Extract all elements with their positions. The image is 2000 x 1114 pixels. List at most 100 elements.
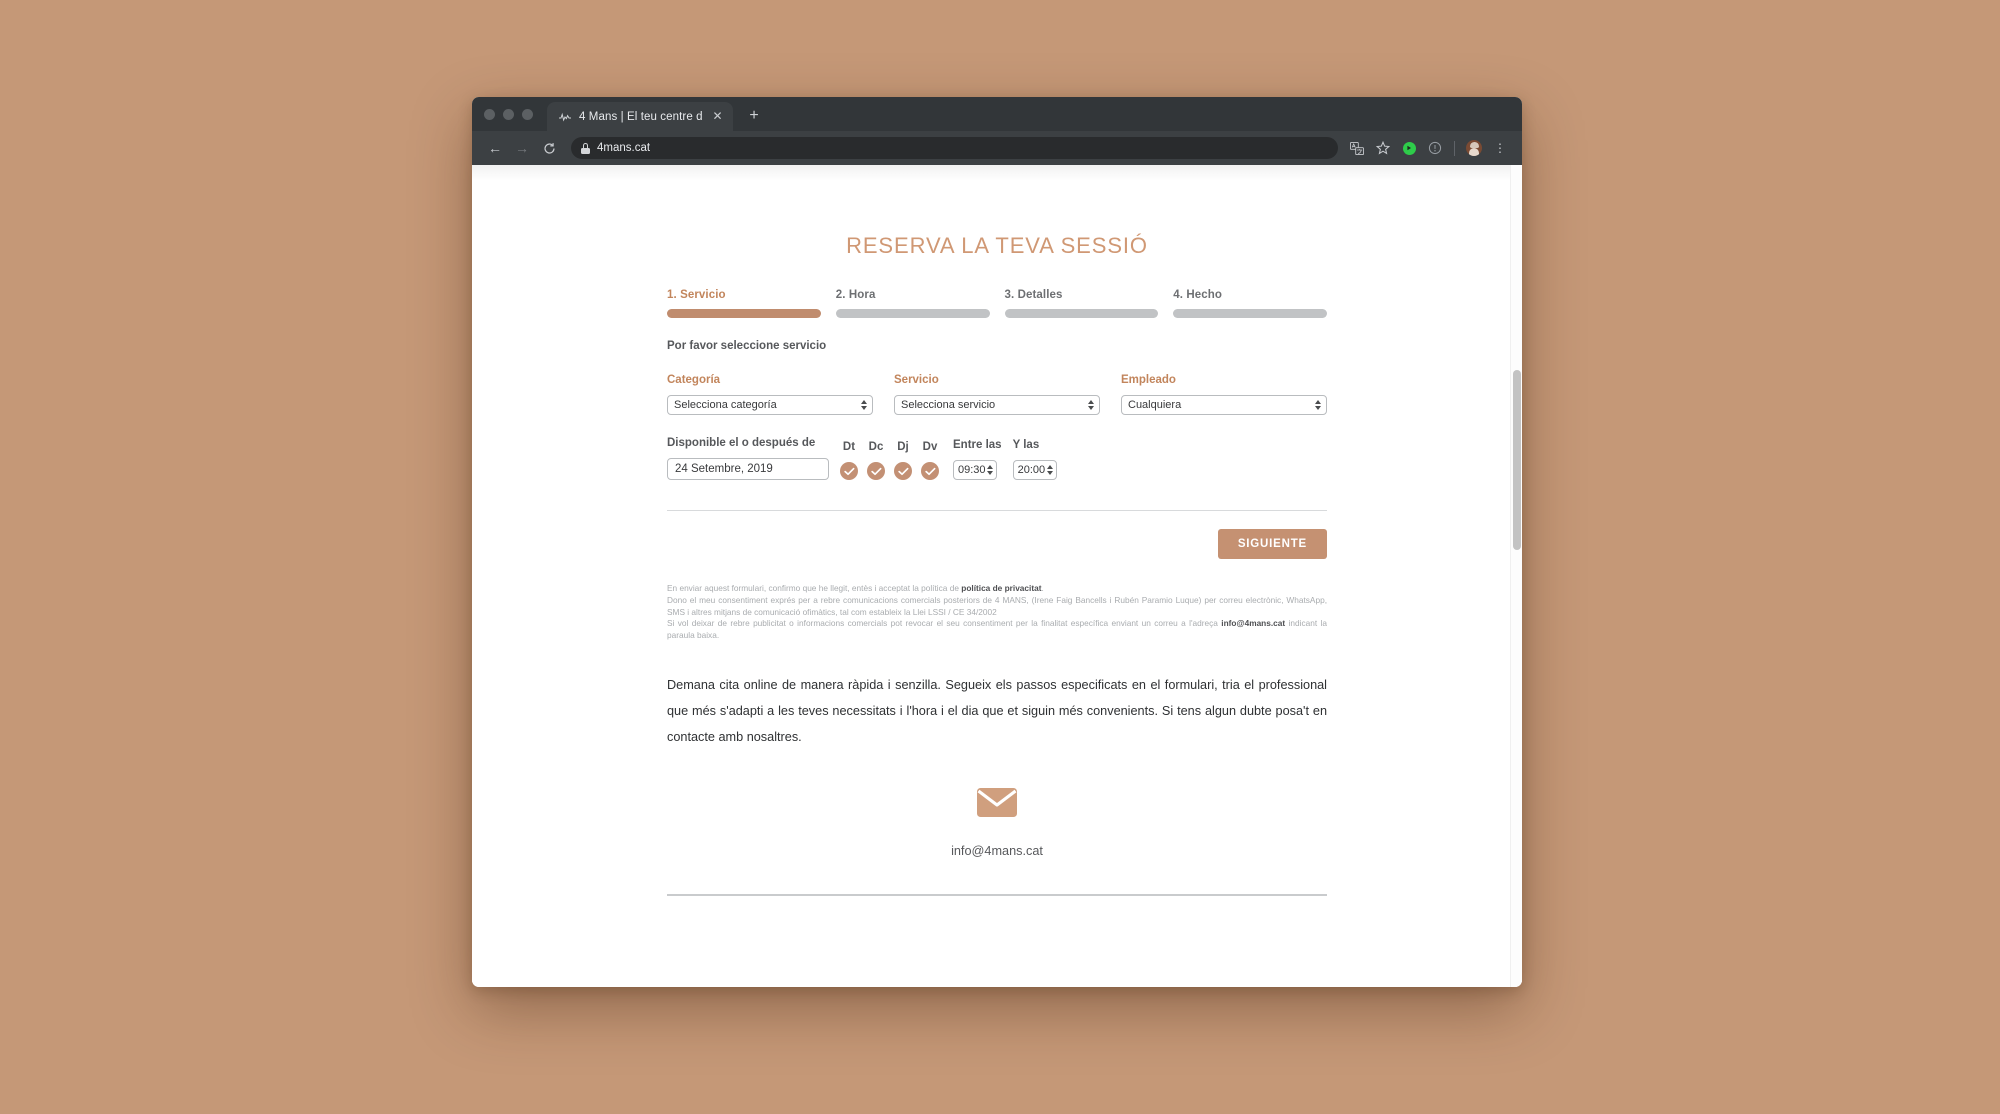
form-divider: [667, 510, 1327, 511]
pulse-icon: [558, 110, 572, 124]
browser-window: 4 Mans | El teu centre de osteo ✕ + ← → …: [472, 97, 1522, 987]
close-window-button[interactable]: [484, 108, 495, 120]
arrow-right-icon[interactable]: →: [509, 135, 535, 161]
media-play-icon[interactable]: [1397, 136, 1421, 160]
day-label: Dt: [842, 441, 856, 453]
maximize-window-button[interactable]: [522, 108, 533, 120]
siguiente-button[interactable]: SIGUIENTE: [1217, 529, 1327, 559]
day-toggle-dc[interactable]: Dc: [867, 441, 885, 480]
field-servicio: Servicio Selecciona servicio: [894, 374, 1100, 415]
step-label: 4. Hecho: [1173, 289, 1222, 301]
check-icon: [867, 462, 885, 480]
step-hora[interactable]: 2. Hora: [835, 289, 1005, 318]
field-categoria: Categoría Selecciona categoría: [667, 374, 873, 415]
chevron-updown-icon: [861, 400, 867, 410]
field-label: Servicio: [894, 374, 939, 386]
envelope-icon: [667, 788, 1327, 822]
time-to-label: Y las: [1012, 439, 1040, 451]
step-label: 3. Detalles: [1004, 289, 1063, 301]
date-field: Disponible el o después de 24 Setembre, …: [667, 437, 829, 480]
close-icon[interactable]: ✕: [710, 109, 725, 124]
empleado-select[interactable]: Cualquiera: [1121, 395, 1327, 415]
servicio-select[interactable]: Selecciona servicio: [894, 395, 1100, 415]
privacy-policy-link[interactable]: política de privacitat: [961, 583, 1041, 593]
lock-icon: [581, 142, 590, 154]
step-progress-bar: [1004, 309, 1159, 318]
legal-line-3: Si vol deixar de rebre publicitat o info…: [667, 618, 1327, 642]
scrollbar-thumb[interactable]: [1513, 370, 1521, 550]
legal-email-link[interactable]: info@4mans.cat: [1221, 618, 1285, 628]
date-input[interactable]: 24 Setembre, 2019: [667, 458, 829, 480]
minimize-window-button[interactable]: [503, 108, 514, 120]
browser-tab-title: 4 Mans | El teu centre de osteo: [579, 110, 703, 123]
legal-line-1-suffix: .: [1041, 583, 1044, 593]
day-toggle-dj[interactable]: Dj: [894, 441, 912, 480]
field-label: Empleado: [1121, 374, 1176, 386]
step-progress-bar: [667, 309, 821, 318]
page-title: RESERVA LA TEVA SESSIÓ: [846, 233, 1148, 258]
page-scrollbar[interactable]: [1510, 165, 1522, 987]
legal-text: En enviar aquest formulari, confirmo que…: [667, 583, 1327, 642]
field-empleado: Empleado Cualquiera: [1121, 374, 1327, 415]
chevron-updown-icon: [1046, 465, 1053, 475]
step-progress-bar: [835, 309, 990, 318]
page-content: RESERVA LA TEVA SESSIÓ 1. Servicio 2. Ho…: [667, 165, 1327, 896]
info-circle-icon[interactable]: [1423, 136, 1447, 160]
step-label: 1. Servicio: [667, 289, 726, 301]
step-label: 2. Hora: [835, 289, 876, 301]
booking-steps: 1. Servicio 2. Hora 3. Detalles 4. Hecho: [667, 289, 1327, 318]
step-detalles[interactable]: 3. Detalles: [1004, 289, 1174, 318]
step-servicio[interactable]: 1. Servicio: [667, 289, 836, 318]
time-from-select[interactable]: 09:30: [953, 460, 997, 480]
service-selection-row: Categoría Selecciona categoría Servicio …: [667, 374, 1327, 415]
time-to-field: Y las 20:00: [1012, 439, 1057, 480]
address-bar-url: 4mans.cat: [597, 142, 651, 154]
form-actions: SIGUIENTE: [667, 529, 1327, 559]
legal-line-1: En enviar aquest formulari, confirmo que…: [667, 583, 1327, 595]
chrome-menu-icon[interactable]: ⋮: [1488, 136, 1512, 160]
categoria-select[interactable]: Selecciona categoría: [667, 395, 873, 415]
time-from-value: 09:30: [958, 464, 986, 476]
chevron-updown-icon: [1315, 400, 1321, 410]
categoria-select-value: Selecciona categoría: [674, 399, 777, 411]
toolbar-icons: ⋮: [1345, 136, 1512, 160]
time-from-field: Entre las 09:30: [953, 439, 1002, 480]
browser-tabstrip: 4 Mans | El teu centre de osteo ✕ +: [472, 97, 1522, 131]
day-label: Dv: [922, 441, 938, 453]
empleado-select-value: Cualquiera: [1128, 399, 1182, 411]
browser-tab[interactable]: 4 Mans | El teu centre de osteo ✕: [547, 102, 733, 131]
day-toggle-dt[interactable]: Dt: [840, 441, 858, 480]
chevron-updown-icon: [987, 465, 993, 475]
contact-block: info@4mans.cat: [667, 788, 1327, 858]
window-traffic-lights: [484, 97, 547, 131]
day-label: Dc: [868, 441, 884, 453]
servicio-select-value: Selecciona servicio: [901, 399, 996, 411]
step-hecho[interactable]: 4. Hecho: [1173, 289, 1327, 318]
time-from-label: Entre las: [953, 439, 1002, 451]
time-to-value: 20:00: [1017, 464, 1046, 476]
browser-toolbar: ← → 4mans.cat ⋮: [472, 131, 1522, 165]
bookmark-star-icon[interactable]: [1371, 136, 1395, 160]
step-progress-bar: [1173, 309, 1327, 318]
section-title: Por favor seleccione servicio: [667, 340, 827, 352]
translate-icon[interactable]: [1345, 136, 1369, 160]
intro-paragraph: Demana cita online de manera ràpida i se…: [667, 677, 1327, 744]
new-tab-button[interactable]: +: [741, 103, 767, 129]
day-toggle-dv[interactable]: Dv: [921, 441, 939, 480]
address-bar[interactable]: 4mans.cat: [571, 137, 1338, 159]
check-icon: [921, 462, 939, 480]
check-icon: [840, 462, 858, 480]
field-label: Categoría: [667, 374, 721, 386]
arrow-left-icon[interactable]: ←: [482, 135, 508, 161]
toolbar-divider: [1454, 140, 1455, 156]
time-to-select[interactable]: 20:00: [1012, 460, 1057, 480]
day-label: Dj: [897, 441, 909, 453]
profile-avatar-icon[interactable]: [1462, 136, 1486, 160]
date-field-label: Disponible el o después de: [667, 437, 816, 449]
footer-divider: [667, 894, 1327, 896]
contact-email[interactable]: info@4mans.cat: [667, 844, 1327, 858]
check-icon: [894, 462, 912, 480]
availability-row: Disponible el o después de 24 Setembre, …: [667, 437, 1327, 480]
reload-icon[interactable]: [536, 135, 562, 161]
page-viewport: RESERVA LA TEVA SESSIÓ 1. Servicio 2. Ho…: [472, 165, 1522, 987]
